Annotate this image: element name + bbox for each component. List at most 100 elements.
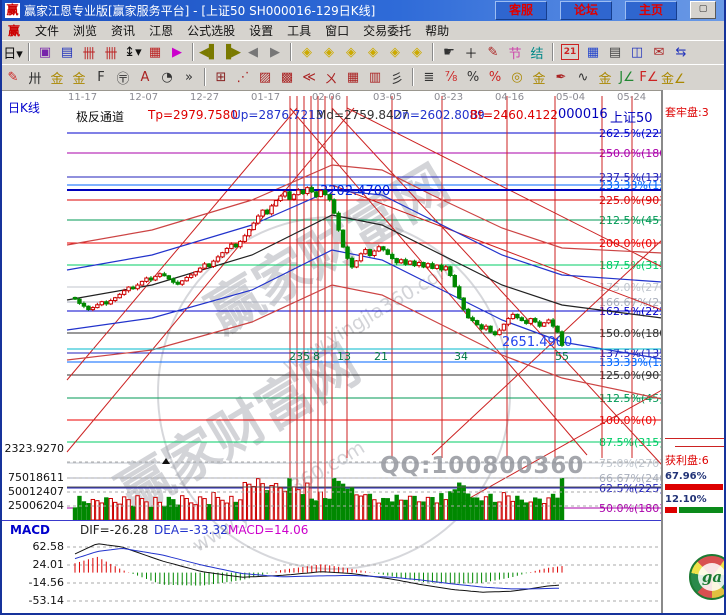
- volume-bar: [145, 502, 148, 520]
- candle-body: [319, 191, 322, 197]
- volume-bar: [359, 496, 362, 520]
- volume-bar: [417, 502, 420, 520]
- candle-body: [288, 192, 291, 199]
- gann-level-label: 150.0%(180): [599, 327, 671, 340]
- candle-body: [172, 279, 175, 282]
- candle-body: [310, 188, 313, 192]
- candle-body: [507, 319, 510, 325]
- candle-body: [480, 325, 483, 329]
- volume-bar: [328, 499, 331, 520]
- candle-body: [203, 264, 206, 268]
- candle-body: [315, 192, 318, 197]
- candle-body: [502, 324, 505, 330]
- candle-body: [189, 275, 192, 278]
- volume-bar: [462, 486, 465, 520]
- candle-body: [408, 261, 411, 264]
- candle-body: [498, 330, 501, 335]
- panel-red-rule-1: [665, 438, 725, 439]
- volume-bar: [538, 499, 541, 520]
- fib-number: 8: [313, 350, 320, 363]
- volume-bar: [194, 505, 197, 520]
- candle-body: [207, 264, 210, 267]
- volume-bar: [498, 502, 501, 520]
- candle-body: [373, 251, 376, 256]
- gann-level-label: 212.5%(45): [599, 214, 664, 227]
- volume-bar: [475, 498, 478, 520]
- candle-body: [453, 275, 456, 286]
- candle-body: [417, 263, 420, 266]
- volume-bar: [82, 502, 85, 520]
- volume-bar: [243, 482, 246, 520]
- volume-bar: [516, 496, 519, 520]
- volume-bar: [373, 500, 376, 520]
- locked-positions-label: 套牢盘:3: [665, 104, 709, 120]
- volume-bar: [341, 484, 344, 520]
- candle-body: [279, 196, 282, 201]
- volume-bar: [216, 497, 219, 520]
- panel-red-rule-2: [675, 446, 725, 447]
- candle-body: [458, 287, 461, 298]
- gann-wheel-logo-text: ga: [698, 563, 726, 591]
- candle-body: [534, 319, 537, 322]
- x-axis-date: 01-17: [251, 92, 280, 103]
- x-axis-date: 05-24: [617, 92, 646, 103]
- symbol-name: 上证50: [610, 107, 653, 126]
- candle-body: [122, 291, 125, 295]
- macd-dea-value: DEA=-33.32: [154, 523, 228, 537]
- volume-scale-label: 25006204: [8, 499, 64, 512]
- candle-body: [176, 282, 179, 284]
- gann-level-label: 112.5%(45): [599, 392, 664, 405]
- volume-bar: [431, 498, 434, 520]
- candle-body: [265, 210, 268, 214]
- candle-body: [167, 276, 170, 279]
- channel-name-label: 极反通道: [76, 108, 124, 125]
- profit-pct-value: 67.96%: [665, 471, 707, 482]
- x-axis-date: 05-04: [556, 92, 585, 103]
- volume-bar: [203, 499, 206, 520]
- candle-body: [185, 277, 188, 280]
- gann-level-label: 262.5%(225): [599, 127, 671, 140]
- candle-body: [114, 298, 117, 301]
- volume-bar: [163, 506, 166, 520]
- candle-body: [529, 319, 532, 324]
- candle-body: [391, 254, 394, 258]
- candle-body: [466, 309, 469, 317]
- candle-body: [332, 200, 335, 214]
- volume-bar: [158, 502, 161, 520]
- app-window: 赢 赢家江恩专业版[赢家服务平台] - [上证50 SH000016-129日K…: [0, 0, 726, 615]
- volume-bar: [78, 496, 81, 520]
- candle-body: [248, 230, 251, 236]
- candle-body: [109, 301, 112, 304]
- volume-bar: [176, 505, 179, 520]
- candle-body: [422, 263, 425, 268]
- volume-bar: [185, 498, 188, 520]
- candle-body: [337, 213, 340, 230]
- second-pct-value: 12.10%: [665, 494, 707, 505]
- gann-fan-line: [67, 108, 297, 380]
- volume-bar: [91, 499, 94, 520]
- candle-body: [73, 297, 76, 299]
- candle-body: [297, 190, 300, 195]
- candle-body: [78, 299, 81, 303]
- gann-level-label: 50.0%(180): [599, 502, 664, 515]
- volume-bar: [274, 484, 277, 520]
- volume-bar: [297, 490, 300, 520]
- candle-body: [274, 201, 277, 206]
- volume-bar: [114, 502, 117, 520]
- candle-body: [140, 281, 143, 285]
- candle-body: [368, 250, 371, 256]
- gann-level-label: 175.0%(270): [599, 281, 671, 294]
- volume-bar: [310, 499, 313, 520]
- candle-body: [404, 260, 407, 265]
- volume-bar: [288, 479, 291, 520]
- candle-body: [359, 254, 362, 261]
- candle-body: [145, 278, 148, 281]
- candle-body: [216, 257, 219, 261]
- fib-number: 55: [555, 350, 569, 363]
- x-axis-date: 11-17: [68, 92, 97, 103]
- candle-body: [355, 261, 358, 267]
- volume-bar: [118, 504, 121, 520]
- macd-scale-label: 62.58: [33, 540, 65, 553]
- candle-body: [444, 267, 447, 270]
- volume-bar: [471, 498, 474, 520]
